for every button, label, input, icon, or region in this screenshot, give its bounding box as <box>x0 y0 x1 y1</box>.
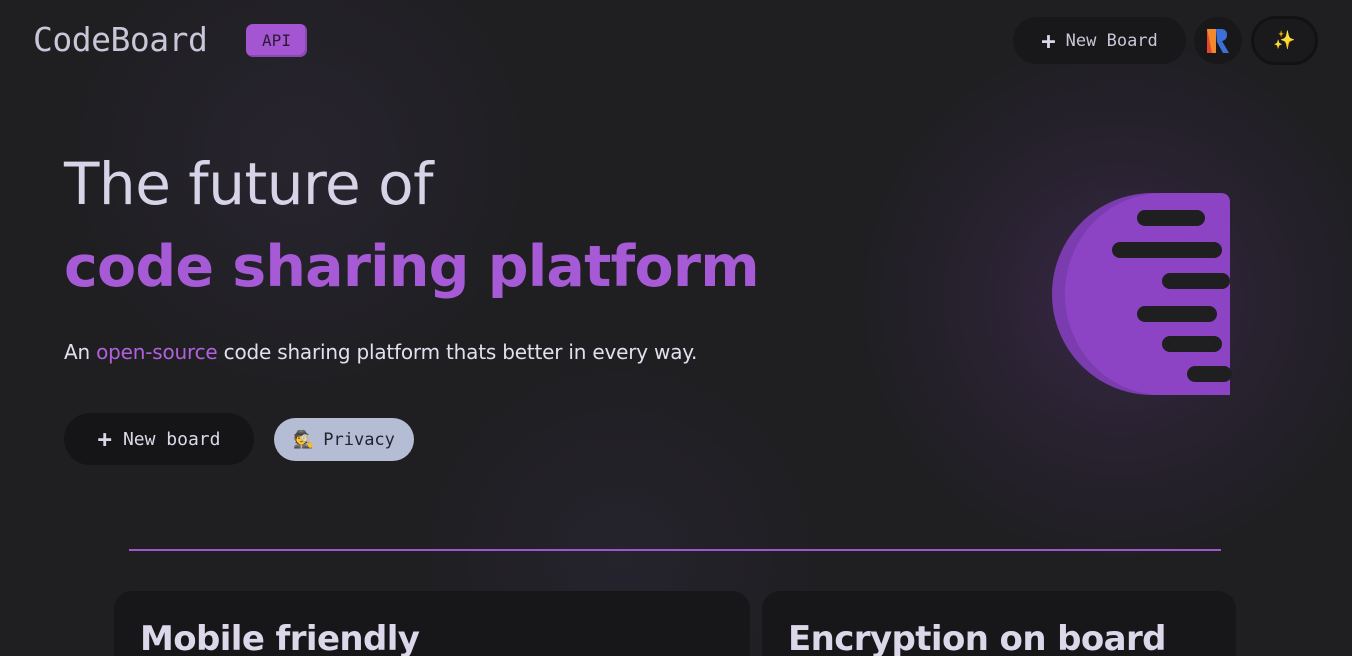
codeboard-logo-icon <box>1052 193 1232 395</box>
plus-icon: + <box>97 425 112 453</box>
detective-icon: 🕵 <box>293 429 315 450</box>
sparkles-icon: ✨ <box>1273 30 1296 51</box>
section-divider <box>129 549 1221 551</box>
magic-button[interactable]: ✨ <box>1251 16 1318 65</box>
feature-card-encryption: Encryption on board <box>762 591 1236 656</box>
privacy-label: Privacy <box>323 429 395 450</box>
subtitle-prefix: An <box>64 340 97 364</box>
hero-title-line2: code sharing platform <box>64 234 760 300</box>
open-source-link[interactable]: open-source <box>96 340 218 364</box>
logo[interactable]: CodeBoard <box>33 20 208 59</box>
hero-title-line1: The future of <box>64 150 434 218</box>
api-badge[interactable]: API <box>246 24 307 57</box>
header-new-board-label: New Board <box>1065 30 1158 51</box>
feature-card-title: Encryption on board <box>788 619 1167 656</box>
page: CodeBoard API + New Board ✨ The future o… <box>0 0 1352 656</box>
hero-subtitle: An open-source code sharing platform tha… <box>64 340 697 364</box>
avatar-button[interactable] <box>1194 17 1242 64</box>
brand-avatar-icon <box>1207 28 1229 53</box>
new-board-label: New board <box>122 428 221 450</box>
privacy-button[interactable]: 🕵 Privacy <box>274 418 414 461</box>
feature-card-mobile: Mobile friendly <box>114 591 750 656</box>
feature-card-title: Mobile friendly <box>140 619 420 656</box>
subtitle-suffix: code sharing platform thats better in ev… <box>217 340 698 364</box>
header-new-board-button[interactable]: + New Board <box>1013 17 1186 64</box>
new-board-button[interactable]: + New board <box>64 413 254 465</box>
plus-icon: + <box>1041 26 1056 55</box>
